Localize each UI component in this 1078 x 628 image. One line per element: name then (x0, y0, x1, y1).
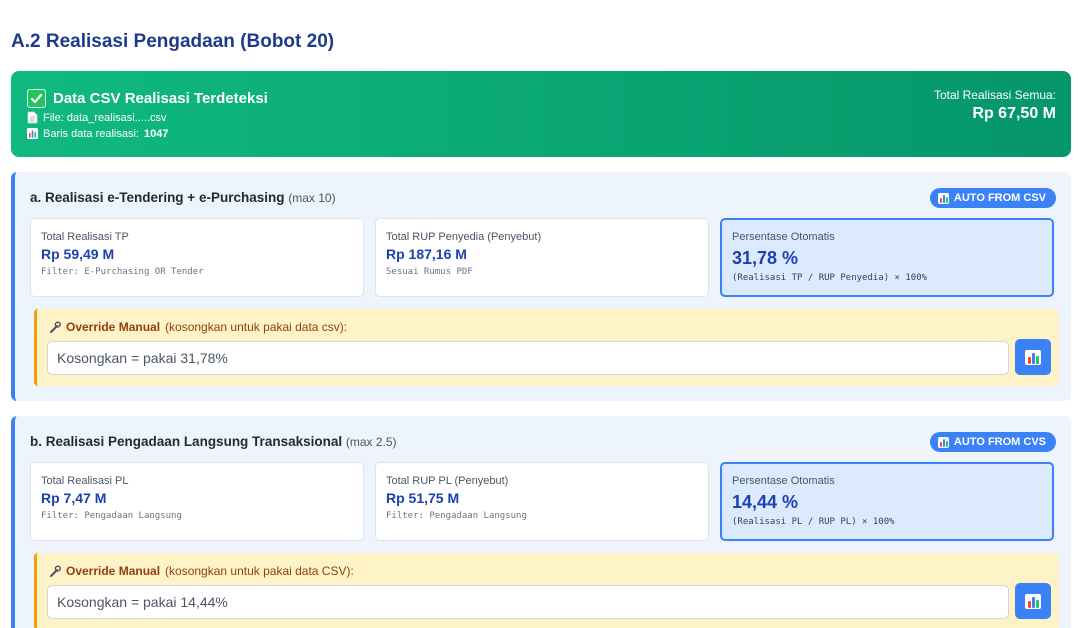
badge-label: AUTO FROM CVS (953, 436, 1046, 448)
card-persentase-otomatis: Persentase Otomatis 14,44 % (Realisasi P… (720, 462, 1054, 541)
auto-from-csv-badge: AUTO FROM CSV (929, 188, 1056, 208)
card-note: Filter: Pengadaan Langsung (41, 511, 182, 521)
card-label: Total Realisasi PL (41, 475, 129, 487)
banner-file-line: File: data_realisasi.....csv (27, 111, 268, 124)
card-total-rup-pl: Total RUP PL (Penyebut) Rp 51,75 M Filte… (375, 462, 709, 541)
section-title: b. Realisasi Pengadaan Langsung Transaks… (30, 434, 397, 449)
banner-rows-line: Baris data realisasi: 1047 (27, 127, 268, 140)
bar-chart-icon (27, 128, 38, 139)
check-icon (27, 89, 46, 108)
card-persentase-otomatis: Persentase Otomatis 31,78 % (Realisasi T… (720, 218, 1054, 297)
bar-chart-icon (1025, 349, 1041, 365)
override-manual-panel: Override Manual (kosongkan untuk pakai d… (34, 309, 1059, 386)
card-note: Sesuai Rumus PDF (386, 267, 473, 277)
card-value: Rp 59,49 M (41, 246, 115, 262)
override-label: Override Manual (kosongkan untuk pakai d… (48, 564, 354, 578)
override-label: Override Manual (kosongkan untuk pakai d… (48, 320, 347, 334)
override-input[interactable] (47, 585, 1009, 619)
card-note: Filter: Pengadaan Langsung (386, 511, 527, 521)
card-label: Persentase Otomatis (732, 475, 835, 487)
apply-chart-button[interactable] (1015, 583, 1051, 619)
card-label: Persentase Otomatis (732, 231, 835, 243)
page-title: A.2 Realisasi Pengadaan (Bobot 20) (11, 31, 335, 52)
card-total-realisasi-pl: Total Realisasi PL Rp 7,47 M Filter: Pen… (30, 462, 364, 541)
card-label: Total Realisasi TP (41, 231, 129, 243)
card-value: Rp 187,16 M (386, 246, 467, 262)
override-label-rest: (kosongkan untuk pakai data csv): (165, 320, 348, 334)
card-value: 14,44 % (732, 492, 799, 512)
section-title: a. Realisasi e-Tendering + e-Purchasing … (30, 190, 336, 205)
file-icon (27, 111, 38, 124)
card-value: Rp 51,75 M (386, 490, 460, 506)
bar-chart-icon (937, 192, 949, 204)
override-manual-panel: Override Manual (kosongkan untuk pakai d… (34, 553, 1059, 628)
banner-title-row: Data CSV Realisasi Terdeteksi (27, 89, 268, 108)
override-label-bold: Override Manual (66, 564, 161, 578)
section-max: (max 2.5) (345, 435, 397, 449)
banner-total-value: Rp 67,50 M (972, 105, 1056, 122)
bar-chart-icon (1025, 593, 1041, 609)
card-label: Total RUP PL (Penyebut) (386, 475, 509, 487)
section-title-text: b. Realisasi Pengadaan Langsung Transaks… (30, 434, 343, 449)
banner-file-label: File: data_realisasi.....csv (43, 111, 167, 124)
banner-info: Data CSV Realisasi Terdeteksi File: data… (27, 89, 268, 140)
banner-title: Data CSV Realisasi Terdeteksi (53, 90, 268, 107)
bar-chart-icon (937, 436, 949, 448)
override-label-rest: (kosongkan untuk pakai data CSV): (165, 564, 354, 578)
auto-from-csv-badge: AUTO FROM CVS (929, 432, 1056, 452)
card-value: 31,78 % (732, 248, 799, 268)
section-title-text: a. Realisasi e-Tendering + e-Purchasing (30, 190, 285, 205)
section-etendering: a. Realisasi e-Tendering + e-Purchasing … (11, 172, 1071, 401)
card-total-rup-penyedia: Total RUP Penyedia (Penyebut) Rp 187,16 … (375, 218, 709, 297)
banner-total: Total Realisasi Semua: Rp 67,50 M (934, 88, 1056, 123)
wrench-icon (50, 564, 61, 577)
csv-detected-banner: Data CSV Realisasi Terdeteksi File: data… (11, 71, 1071, 157)
card-note: Filter: E-Purchasing OR Tender (41, 267, 204, 277)
apply-chart-button[interactable] (1015, 339, 1051, 375)
card-value: Rp 7,47 M (41, 490, 107, 506)
override-label-bold: Override Manual (66, 320, 161, 334)
banner-rows-label: Baris data realisasi: (43, 127, 139, 140)
banner-total-label: Total Realisasi Semua: (933, 88, 1056, 102)
override-input[interactable] (47, 341, 1009, 375)
section-pengadaan-langsung: b. Realisasi Pengadaan Langsung Transaks… (11, 416, 1071, 628)
card-note: (Realisasi TP / RUP Penyedia) × 100% (732, 273, 928, 283)
banner-rows-value: 1047 (144, 127, 169, 140)
badge-label: AUTO FROM CSV (953, 192, 1046, 204)
wrench-icon (50, 320, 61, 333)
card-note: (Realisasi PL / RUP PL) × 100% (732, 517, 895, 527)
card-label: Total RUP Penyedia (Penyebut) (386, 231, 542, 243)
card-total-realisasi-tp: Total Realisasi TP Rp 59,49 M Filter: E-… (30, 218, 364, 297)
section-max: (max 10) (288, 191, 336, 205)
